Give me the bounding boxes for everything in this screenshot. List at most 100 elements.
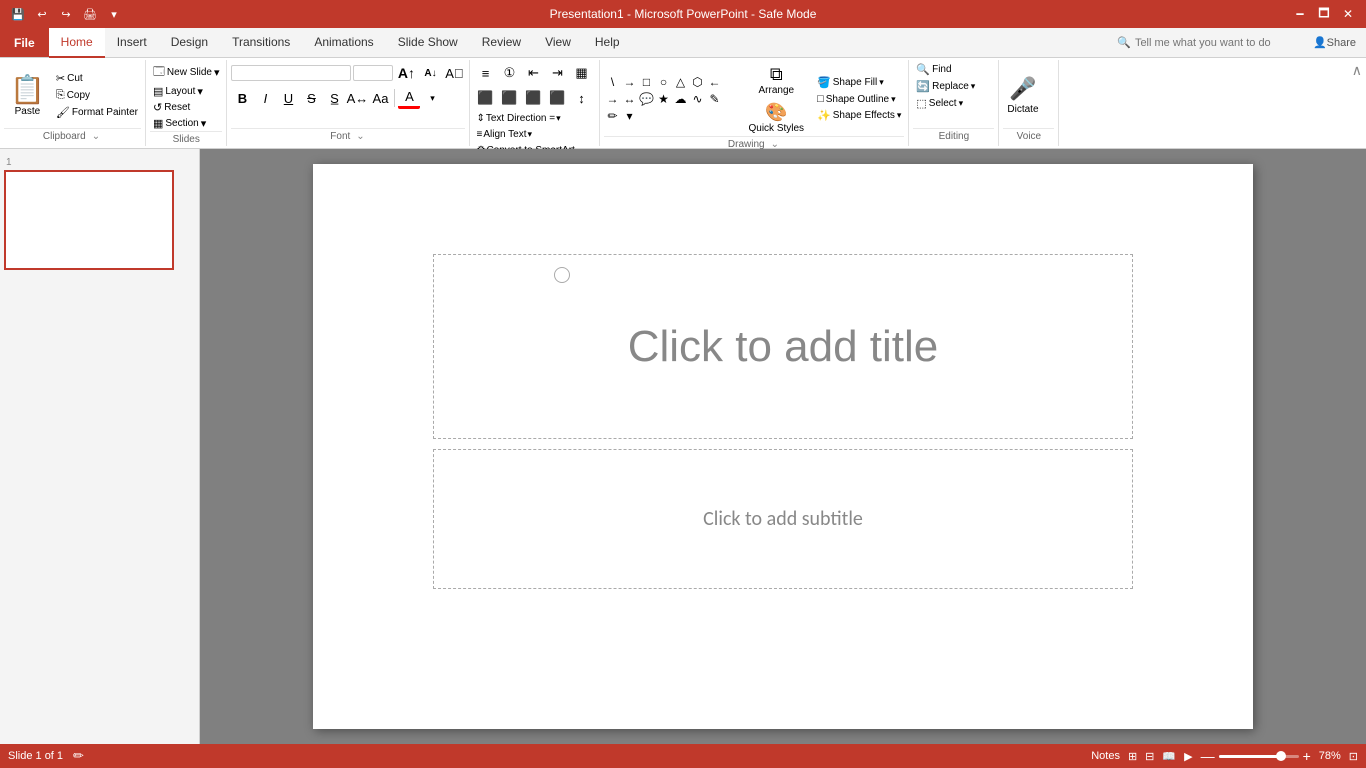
shape-fill-button[interactable]: 🪣 Shape Fill ▾	[814, 75, 904, 90]
title-placeholder[interactable]: Click to add title	[433, 254, 1133, 439]
minimize-button[interactable]: 🗕	[1290, 4, 1310, 24]
text-shadow-button[interactable]: S̲	[323, 87, 345, 109]
shape-outline-dropdown[interactable]: ▾	[891, 94, 896, 105]
qat-more-button[interactable]: ▾	[104, 4, 124, 24]
normal-view-button[interactable]: ⊞	[1128, 750, 1137, 763]
clear-format-button[interactable]: A⃝	[443, 62, 465, 84]
line-spacing-button[interactable]: ↕	[570, 87, 592, 109]
close-button[interactable]: ✕	[1338, 4, 1358, 24]
shape-double-arrow[interactable]: ↔	[621, 91, 637, 107]
replace-dropdown[interactable]: ▾	[971, 81, 976, 92]
shape-outline-button[interactable]: □ Shape Outline ▾	[814, 92, 904, 106]
font-grow-button[interactable]: A↑	[395, 62, 417, 84]
section-dropdown-icon[interactable]: ▾	[201, 117, 207, 130]
font-name-select[interactable]	[231, 65, 351, 81]
font-expand-button[interactable]: ⌄	[354, 131, 366, 142]
zoom-slider[interactable]: — +	[1201, 748, 1311, 764]
tab-review[interactable]: Review	[470, 28, 533, 58]
align-left-button[interactable]: ⬛	[474, 87, 496, 109]
shape-line[interactable]: \	[604, 74, 620, 90]
collapse-ribbon-button[interactable]: ∧	[1350, 62, 1364, 79]
fit-page-button[interactable]: ⊡	[1349, 750, 1358, 763]
undo-button[interactable]: ↩	[32, 4, 52, 24]
bullets-button[interactable]: ≡	[474, 62, 496, 84]
tab-file[interactable]: File	[0, 28, 49, 57]
canvas-area[interactable]: Click to add title Click to add subtitle	[200, 149, 1366, 744]
tab-animations[interactable]: Animations	[302, 28, 385, 58]
quick-styles-button[interactable]: 🎨 Quick Styles	[742, 100, 810, 136]
shape-effects-button[interactable]: ✨ Shape Effects ▾	[814, 108, 904, 123]
justify-button[interactable]: ⬛	[546, 87, 568, 109]
shape-cloud[interactable]: ☁	[672, 91, 688, 107]
columns-button[interactable]: ▦	[570, 62, 592, 84]
italic-button[interactable]: I	[254, 87, 276, 109]
format-painter-button[interactable]: 🖌Format Painter	[53, 105, 141, 120]
align-text-button[interactable]: ≡ Align Text ▾	[474, 128, 534, 141]
section-button[interactable]: ▦ Section ▾	[150, 116, 209, 131]
zoom-level-label[interactable]: 78%	[1319, 750, 1341, 762]
select-dropdown[interactable]: ▾	[959, 98, 964, 109]
clipboard-expand-button[interactable]: ⌄	[90, 131, 102, 142]
paste-button[interactable]: 📋 Paste	[4, 71, 51, 119]
share-button[interactable]: 👤 Share	[1303, 28, 1366, 57]
shape-pen[interactable]: ✏	[604, 108, 620, 124]
shape-oval[interactable]: ○	[655, 74, 671, 90]
shape-hex[interactable]: ⬡	[689, 74, 705, 90]
font-case-button[interactable]: Aa	[369, 87, 391, 109]
tab-view[interactable]: View	[533, 28, 583, 58]
font-color-dropdown[interactable]: ▾	[421, 87, 443, 109]
shape-effects-dropdown[interactable]: ▾	[897, 110, 902, 121]
font-shrink-button[interactable]: A↓	[419, 62, 441, 84]
shape-callout[interactable]: 💬	[638, 91, 654, 107]
tab-design[interactable]: Design	[159, 28, 220, 58]
save-button[interactable]: 💾	[8, 4, 28, 24]
shape-rect[interactable]: □	[638, 74, 654, 90]
zoom-track[interactable]	[1219, 755, 1299, 758]
search-input[interactable]	[1135, 37, 1295, 49]
restore-button[interactable]: 🗖	[1314, 4, 1334, 24]
shape-right-arrow[interactable]: →	[604, 91, 620, 107]
print-button[interactable]: 🖨	[80, 4, 100, 24]
slide-thumbnail[interactable]	[4, 170, 174, 270]
char-spacing-button[interactable]: A↔	[346, 87, 368, 109]
new-slide-dropdown-icon[interactable]: ▾	[214, 66, 220, 79]
shape-more[interactable]: ▾	[621, 108, 637, 124]
redo-button[interactable]: ↪	[56, 4, 76, 24]
notes-button[interactable]: Notes	[1091, 750, 1120, 762]
zoom-out-button[interactable]: —	[1201, 748, 1215, 764]
reading-view-button[interactable]: 📖	[1162, 750, 1176, 763]
replace-button[interactable]: 🔄 Replace ▾	[913, 79, 978, 94]
align-right-button[interactable]: ⬛	[522, 87, 544, 109]
shape-star[interactable]: ★	[655, 91, 671, 107]
copy-button[interactable]: ⎘Copy	[53, 88, 141, 103]
shape-triangle[interactable]: △	[672, 74, 688, 90]
dictate-button[interactable]: 🎤 Dictate	[1003, 65, 1042, 125]
slide-sorter-button[interactable]: ⊟	[1145, 750, 1154, 763]
arrange-button[interactable]: ⧉ Arrange	[742, 62, 810, 98]
search-box[interactable]: 🔍	[1109, 28, 1303, 57]
new-slide-button[interactable]: 🗔 New Slide ▾	[150, 62, 223, 83]
align-text-dropdown[interactable]: ▾	[528, 129, 533, 140]
reset-button[interactable]: ↺ Reset	[150, 100, 193, 115]
tab-slideshow[interactable]: Slide Show	[386, 28, 470, 58]
strikethrough-button[interactable]: S	[300, 87, 322, 109]
decrease-indent-button[interactable]: ⇤	[522, 62, 544, 84]
shape-arrow[interactable]: →	[621, 74, 637, 90]
select-button[interactable]: ⬚ Select ▾	[913, 96, 966, 111]
underline-button[interactable]: U	[277, 87, 299, 109]
shape-fill-dropdown[interactable]: ▾	[879, 77, 884, 88]
font-size-select[interactable]	[353, 65, 393, 81]
layout-dropdown-icon[interactable]: ▾	[197, 85, 203, 98]
tab-transitions[interactable]: Transitions	[220, 28, 302, 58]
bold-button[interactable]: B	[231, 87, 253, 109]
zoom-in-button[interactable]: +	[1303, 748, 1311, 764]
numbering-button[interactable]: ①	[498, 62, 520, 84]
cut-button[interactable]: ✂Cut	[53, 71, 141, 86]
layout-button[interactable]: ▤ Layout ▾	[150, 84, 206, 99]
slide-show-button[interactable]: ▶	[1184, 750, 1192, 763]
subtitle-placeholder[interactable]: Click to add subtitle	[433, 449, 1133, 589]
tab-insert[interactable]: Insert	[105, 28, 159, 58]
font-color-button[interactable]: A	[398, 87, 420, 109]
text-direction-dropdown[interactable]: ▾	[556, 113, 561, 124]
shape-curve[interactable]: ∿	[689, 91, 705, 107]
